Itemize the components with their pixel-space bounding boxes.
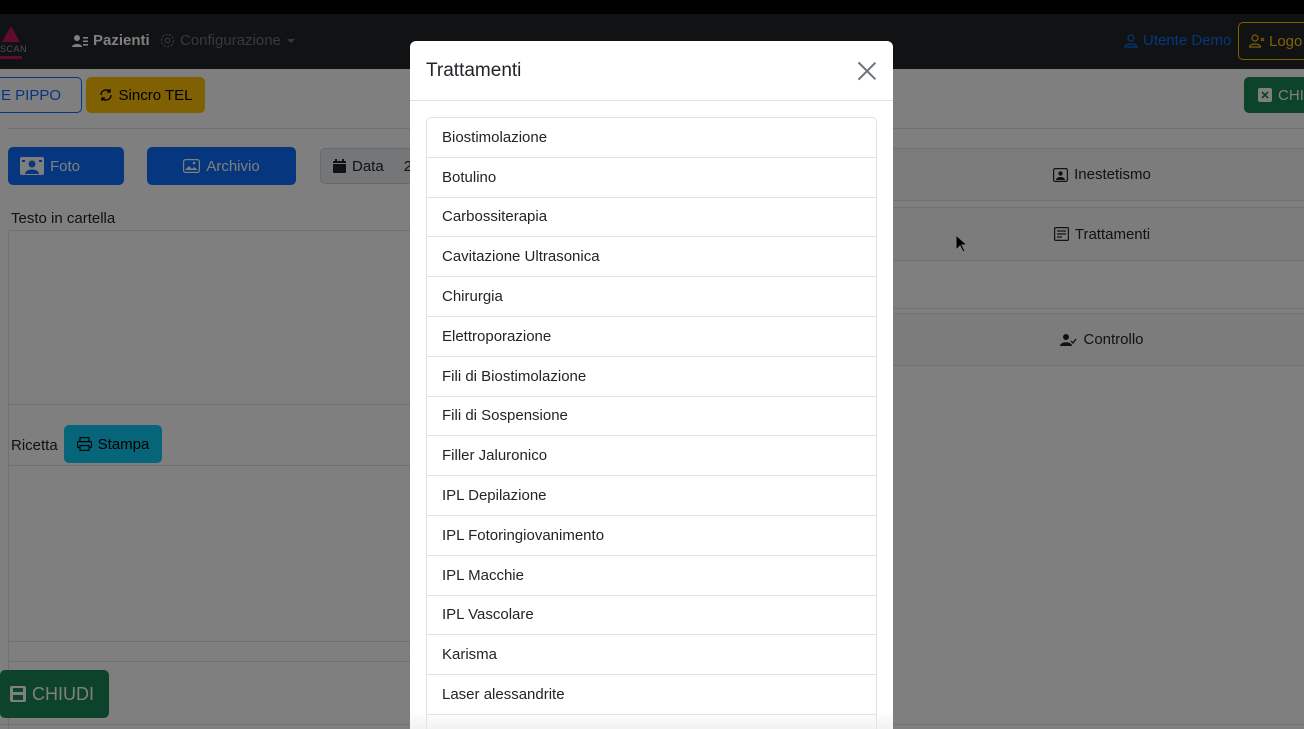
- list-item[interactable]: IPL Fotoringiovanimento: [427, 515, 876, 556]
- list-item[interactable]: Fili di Biostimolazione: [427, 356, 876, 397]
- trattamenti-modal: Trattamenti Biostimolazione Botulino Carbo…: [410, 41, 893, 729]
- list-item[interactable]: IPL Macchie: [427, 555, 876, 596]
- list-item[interactable]: IPL Depilazione: [427, 476, 876, 516]
- close-icon[interactable]: [857, 61, 877, 81]
- list-item[interactable]: Biostimolazione: [427, 118, 876, 158]
- list-item[interactable]: Filler Jaluronico: [427, 436, 876, 477]
- scroll-fade: [410, 711, 893, 729]
- list-item[interactable]: Elettroporazione: [427, 316, 876, 357]
- list-item[interactable]: Botulino: [427, 157, 876, 198]
- list-item[interactable]: Laser alessandrite: [427, 675, 876, 715]
- list-item[interactable]: Chirurgia: [427, 277, 876, 317]
- list-item[interactable]: Carbossiterapia: [427, 197, 876, 238]
- modal-header: Trattamenti: [410, 41, 893, 101]
- trattamenti-list: Biostimolazione Botulino Carbossiterapia Ca…: [426, 117, 877, 729]
- list-item[interactable]: Cavitazione Ultrasonica: [427, 237, 876, 278]
- modal-title: Trattamenti: [426, 59, 522, 81]
- list-item[interactable]: Karisma: [427, 635, 876, 676]
- list-item[interactable]: Fili di Sospensione: [427, 396, 876, 437]
- list-item[interactable]: IPL Vascolare: [427, 595, 876, 636]
